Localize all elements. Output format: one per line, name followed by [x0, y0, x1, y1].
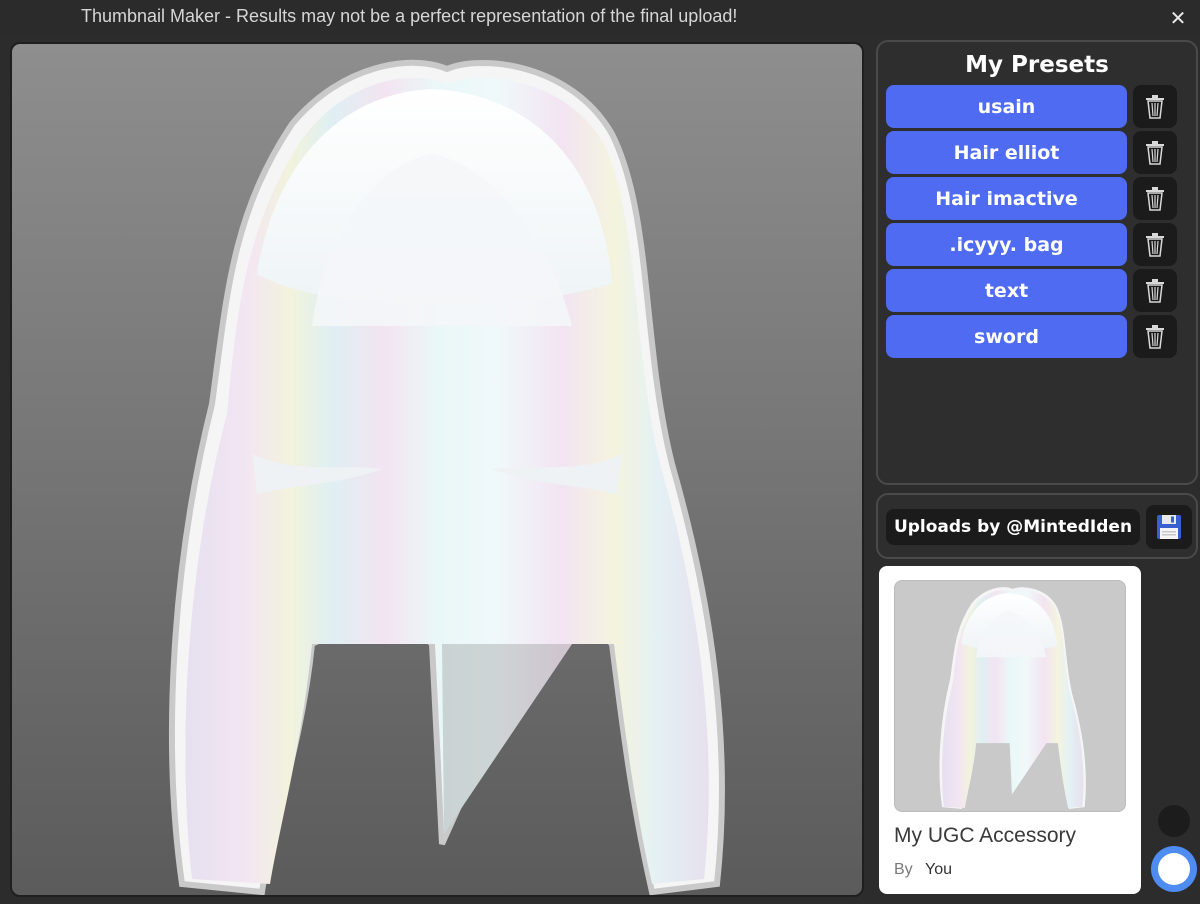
presets-title: My Presets — [965, 52, 1109, 78]
trash-icon — [1146, 140, 1164, 165]
preset-row: Hair elliot — [886, 131, 1192, 175]
preset-row: usain — [886, 85, 1192, 129]
uploads-bar: Uploads by @MintedIden — [876, 493, 1198, 559]
preset-row: text — [886, 269, 1192, 313]
window-title: Thumbnail Maker - Results may not be a p… — [81, 6, 738, 26]
dark-circle-button[interactable] — [1158, 805, 1190, 837]
floppy-disk-icon — [1157, 515, 1181, 539]
by-label: By — [894, 861, 913, 878]
preset-row: .icyyy. bag — [886, 223, 1192, 267]
trash-icon — [1146, 232, 1164, 257]
accessory-name: My UGC Accessory — [894, 824, 1077, 847]
delete-preset-button[interactable] — [1133, 131, 1177, 174]
preview-viewport[interactable] — [10, 42, 864, 897]
toggle-circle-button[interactable] — [1151, 846, 1197, 892]
trash-icon — [1146, 94, 1164, 119]
preset-button-sword[interactable]: sword — [886, 315, 1127, 358]
trash-icon — [1146, 186, 1164, 211]
trash-icon — [1146, 324, 1164, 349]
accessory-thumbnail — [894, 580, 1126, 812]
trash-icon — [1146, 278, 1164, 303]
accessory-card[interactable]: My UGC Accessory By You — [879, 566, 1141, 894]
creator-name: You — [925, 861, 952, 878]
delete-preset-button[interactable] — [1133, 223, 1177, 266]
preset-button-hair-imactive[interactable]: Hair imactive — [886, 177, 1127, 220]
uploads-by-button[interactable]: Uploads by @MintedIden — [886, 509, 1140, 545]
delete-preset-button[interactable] — [1133, 315, 1177, 358]
preset-row: Hair imactive — [886, 177, 1192, 221]
delete-preset-button[interactable] — [1133, 177, 1177, 220]
hair-thumbnail-image — [937, 585, 1089, 811]
title-bar: Thumbnail Maker - Results may not be a p… — [0, 0, 1200, 36]
delete-preset-button[interactable] — [1133, 269, 1177, 312]
preset-button-usain[interactable]: usain — [886, 85, 1127, 128]
toggle-knob — [1158, 853, 1190, 885]
preset-button-hair-elliot[interactable]: Hair elliot — [886, 131, 1127, 174]
close-icon[interactable]: ✕ — [1166, 6, 1190, 30]
hair-model-preview — [169, 59, 725, 895]
preset-button-icyyy-bag[interactable]: .icyyy. bag — [886, 223, 1127, 266]
save-button[interactable] — [1146, 505, 1192, 549]
preset-button-text[interactable]: text — [886, 269, 1127, 312]
delete-preset-button[interactable] — [1133, 85, 1177, 128]
presets-panel: My Presets usain Hair elliot Hair imacti… — [876, 40, 1198, 485]
preset-row: sword — [886, 315, 1192, 359]
